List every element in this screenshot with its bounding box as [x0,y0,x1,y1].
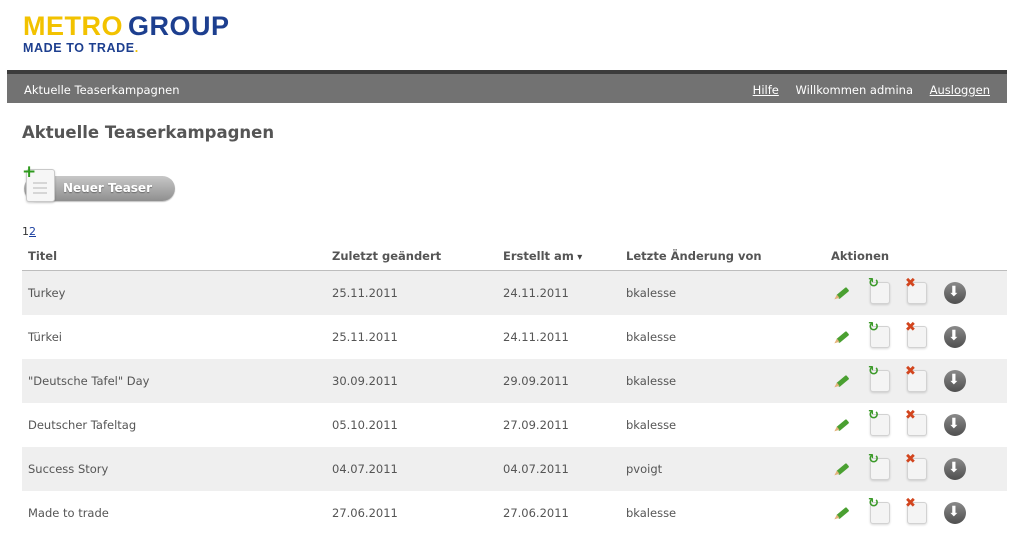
cell-aktionen: ↻ ✖ [825,315,1007,359]
cell-erstellt: 24.11.2011 [497,270,620,315]
new-teaser-label: Neuer Teaser [63,181,152,195]
refresh-icon[interactable]: ↻ [868,321,890,348]
cell-zuletzt: 04.07.2011 [326,447,497,491]
cell-von: bkalesse [620,359,825,403]
cell-titel: Deutscher Tafeltag [28,418,137,432]
logo-tagline-dot: . [134,41,139,55]
download-icon[interactable] [944,326,966,348]
logout-link[interactable]: Ausloggen [930,83,990,97]
delete-icon[interactable]: ✖ [905,453,927,480]
edit-pencil-icon[interactable] [827,410,858,441]
teaser-table: Titel Zuletzt geändert Erstellt am Letzt… [22,242,1007,535]
plus-icon: + [22,162,37,182]
cell-titel: Turkey [22,270,326,315]
cell-aktionen: ↻ ✖ [825,270,1007,315]
delete-icon[interactable]: ✖ [905,365,927,392]
cell-zuletzt: 05.10.2011 [332,418,398,432]
cell-titel: Türkei [28,330,62,344]
cell-von: pvoigt [620,447,825,491]
download-icon[interactable] [944,502,966,524]
table-row: Türkei 25.11.2011 24.11.2011 bkalesse ↻ … [22,315,1007,359]
delete-icon[interactable]: ✖ [905,497,927,524]
logo-tagline: MADE TO TRADE [23,41,135,55]
table-header-row: Titel Zuletzt geändert Erstellt am Letzt… [22,242,1007,271]
cell-titel: Made to trade [28,506,109,520]
logo-word-metro: METRO [23,11,123,41]
refresh-icon[interactable]: ↻ [868,277,890,304]
column-header-zuletzt-geaendert[interactable]: Zuletzt geändert [326,242,497,271]
refresh-icon[interactable]: ↻ [868,365,890,392]
edit-pencil-icon[interactable] [827,498,858,529]
cell-zuletzt: 30.09.2011 [326,359,497,403]
help-link[interactable]: Hilfe [753,83,779,97]
cell-aktionen: ↻ ✖ [825,403,1007,447]
edit-pencil-icon[interactable] [827,366,858,397]
logo-word-group: GROUP [128,11,230,41]
cell-zuletzt: 27.06.2011 [332,506,398,520]
new-teaser-button[interactable]: + Neuer Teaser [22,162,175,203]
cell-erstellt: 04.07.2011 [497,447,620,491]
delete-icon[interactable]: ✖ [905,409,927,436]
cell-erstellt: 27.06.2011 [503,506,569,520]
column-header-erstellt-am[interactable]: Erstellt am [497,242,620,271]
cell-aktionen: ↻ ✖ [825,447,1007,491]
table-row: "Deutsche Tafel" Day 30.09.2011 29.09.20… [22,359,1007,403]
column-header-titel[interactable]: Titel [22,242,326,271]
page-1-current: 1 [22,225,29,238]
refresh-icon[interactable]: ↻ [868,453,890,480]
cell-von: bkalesse [626,506,677,520]
delete-icon[interactable]: ✖ [905,277,927,304]
edit-pencil-icon[interactable] [827,278,858,309]
metro-group-logo: METRO GROUP MADE TO TRADE. [23,12,230,55]
column-header-aktionen: Aktionen [825,242,1007,271]
cell-aktionen: ↻ ✖ [825,359,1007,403]
page-title: Aktuelle Teaserkampagnen [22,123,275,142]
cell-zuletzt: 25.11.2011 [326,270,497,315]
cell-zuletzt: 25.11.2011 [332,330,398,344]
table-row: Deutscher Tafeltag 05.10.2011 27.09.2011… [22,403,1007,447]
cell-aktionen: ↻ ✖ [825,491,1007,535]
table-row: Made to trade 27.06.2011 27.06.2011 bkal… [22,491,1007,535]
cell-von: bkalesse [620,270,825,315]
table-row: Success Story 04.07.2011 04.07.2011 pvoi… [22,447,1007,491]
cell-von: bkalesse [626,330,677,344]
pagination: 12 [22,225,36,238]
download-icon[interactable] [944,458,966,480]
page-2-link[interactable]: 2 [29,225,36,238]
top-nav-bar: Aktuelle Teaserkampagnen Hilfe Willkomme… [7,70,1007,103]
cell-von: bkalesse [626,418,677,432]
download-icon[interactable] [944,370,966,392]
refresh-icon[interactable]: ↻ [868,497,890,524]
edit-pencil-icon[interactable] [827,322,858,353]
welcome-text: Willkommen admina [795,83,914,97]
cell-titel: Success Story [22,447,326,491]
cell-erstellt: 29.09.2011 [497,359,620,403]
download-icon[interactable] [944,282,966,304]
edit-pencil-icon[interactable] [827,454,858,485]
table-row: Turkey 25.11.2011 24.11.2011 bkalesse ↻ … [22,270,1007,315]
cell-erstellt: 27.09.2011 [503,418,569,432]
column-header-letzte-aenderung[interactable]: Letzte Änderung von [620,242,825,271]
cell-erstellt: 24.11.2011 [503,330,569,344]
delete-icon[interactable]: ✖ [905,321,927,348]
refresh-icon[interactable]: ↻ [868,409,890,436]
cell-titel: "Deutsche Tafel" Day [22,359,326,403]
breadcrumb: Aktuelle Teaserkampagnen [24,83,180,97]
download-icon[interactable] [944,414,966,436]
